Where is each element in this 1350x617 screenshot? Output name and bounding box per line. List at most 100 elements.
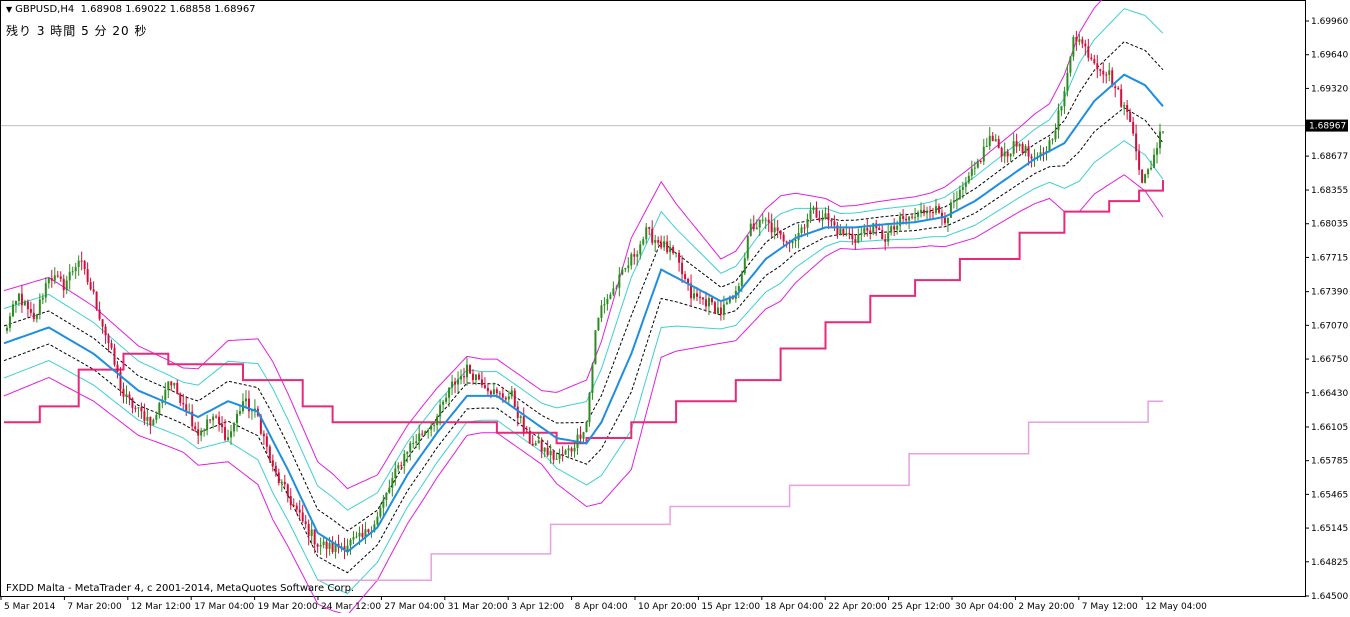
candle-body: [492, 389, 495, 395]
candle-body: [773, 227, 776, 233]
candle-body: [89, 282, 92, 290]
candle-body: [719, 307, 722, 315]
candle-body: [158, 402, 161, 416]
candle-body: [361, 532, 364, 537]
candle-body: [197, 429, 200, 436]
candle-body: [660, 242, 663, 248]
candle-body: [131, 398, 134, 408]
candle-body: [1081, 39, 1084, 44]
candle-body: [200, 430, 203, 436]
x-tick-label: 12 May 04:00: [1145, 602, 1207, 612]
candle-body: [430, 425, 433, 430]
candle-body: [1018, 143, 1021, 147]
candle-body: [618, 274, 621, 288]
candle-body: [701, 297, 704, 300]
candle-body: [860, 233, 863, 235]
x-tick-label: 18 Apr 04:00: [765, 602, 824, 612]
candle-body: [866, 228, 869, 231]
candle-body: [277, 472, 280, 483]
candle-body: [238, 411, 241, 414]
candle-body: [573, 447, 576, 452]
candle-body: [35, 314, 38, 320]
candle-body: [1093, 59, 1096, 64]
candle-body: [630, 254, 633, 266]
candle-body: [271, 460, 274, 466]
candle-body: [176, 382, 179, 394]
candle-body: [382, 499, 385, 508]
candle-body: [504, 397, 507, 400]
candle-body: [704, 299, 707, 307]
candle-body: [397, 465, 400, 469]
candle-body: [1159, 131, 1162, 149]
ohlc-values: 1.68908 1.69022 1.68858 1.68967: [80, 4, 256, 15]
candle-body: [1138, 151, 1141, 170]
candle-body: [418, 433, 421, 442]
candle-body: [110, 343, 113, 348]
candle-body: [44, 283, 47, 298]
symbol-header: ▼ GBPUSD,H4 1.68908 1.69022 1.68858 1.689…: [6, 4, 256, 15]
candle-body: [1075, 36, 1078, 42]
candle-body: [672, 246, 675, 254]
candle-body: [678, 252, 681, 263]
candle-body: [561, 454, 564, 456]
collapse-triangle-icon[interactable]: ▼: [6, 5, 12, 14]
candle-body: [937, 206, 940, 213]
candle-body: [645, 227, 648, 240]
candle-body: [1117, 88, 1120, 90]
candle-body: [283, 481, 286, 485]
x-tick-label: 7 Mar 20:00: [67, 602, 122, 612]
candle-body: [489, 391, 492, 395]
candle-body: [1126, 105, 1129, 112]
y-tick-label: 1.67070: [1311, 321, 1348, 331]
candle-body: [74, 267, 77, 272]
candle-body: [991, 135, 994, 142]
candle-body: [319, 544, 322, 547]
candle-body: [905, 218, 908, 221]
candle-body: [946, 217, 949, 224]
candle-body: [1084, 43, 1087, 47]
candle-body: [1054, 130, 1057, 140]
candle-body: [863, 228, 866, 234]
candle-body: [1003, 151, 1006, 157]
copyright-notice: FXDD Malta - MetaTrader 4, c 2001-2014, …: [6, 583, 355, 594]
candle-body: [657, 240, 660, 243]
candle-body: [460, 376, 463, 380]
candle-body: [466, 364, 469, 378]
candle-body: [146, 416, 149, 421]
candle-body: [1015, 141, 1018, 147]
candle-body: [71, 271, 74, 273]
candle-body: [848, 233, 851, 235]
candle-body: [325, 541, 328, 549]
candle-body: [534, 443, 537, 446]
candle-body: [725, 302, 728, 305]
candle-body: [1135, 133, 1138, 152]
candle-body: [851, 234, 854, 240]
candle-body: [182, 402, 185, 405]
candle-body: [615, 287, 618, 289]
candle-body: [224, 427, 227, 440]
candle-body: [567, 448, 570, 451]
candle-body: [235, 413, 238, 424]
candle-body: [474, 374, 477, 381]
candle-body: [477, 374, 480, 380]
candle-body: [1051, 139, 1054, 141]
candle-body: [964, 182, 967, 187]
candle-body: [740, 273, 743, 286]
candle-body: [654, 240, 657, 243]
candle-body: [979, 161, 982, 163]
candle-body: [1069, 56, 1072, 73]
candle-body: [23, 301, 26, 306]
candle-body: [298, 509, 301, 513]
candle-body: [973, 167, 976, 169]
candle-body: [669, 246, 672, 253]
candle-body: [26, 301, 29, 310]
candle-body: [412, 442, 415, 444]
candle-body: [95, 291, 98, 310]
candle-body: [125, 394, 128, 397]
candle-body: [1027, 146, 1030, 157]
candle-body: [1024, 146, 1027, 154]
y-tick-label: 1.67390: [1311, 288, 1348, 298]
candle-body: [845, 233, 848, 235]
candle-body: [471, 373, 474, 381]
candle-body: [77, 260, 80, 268]
